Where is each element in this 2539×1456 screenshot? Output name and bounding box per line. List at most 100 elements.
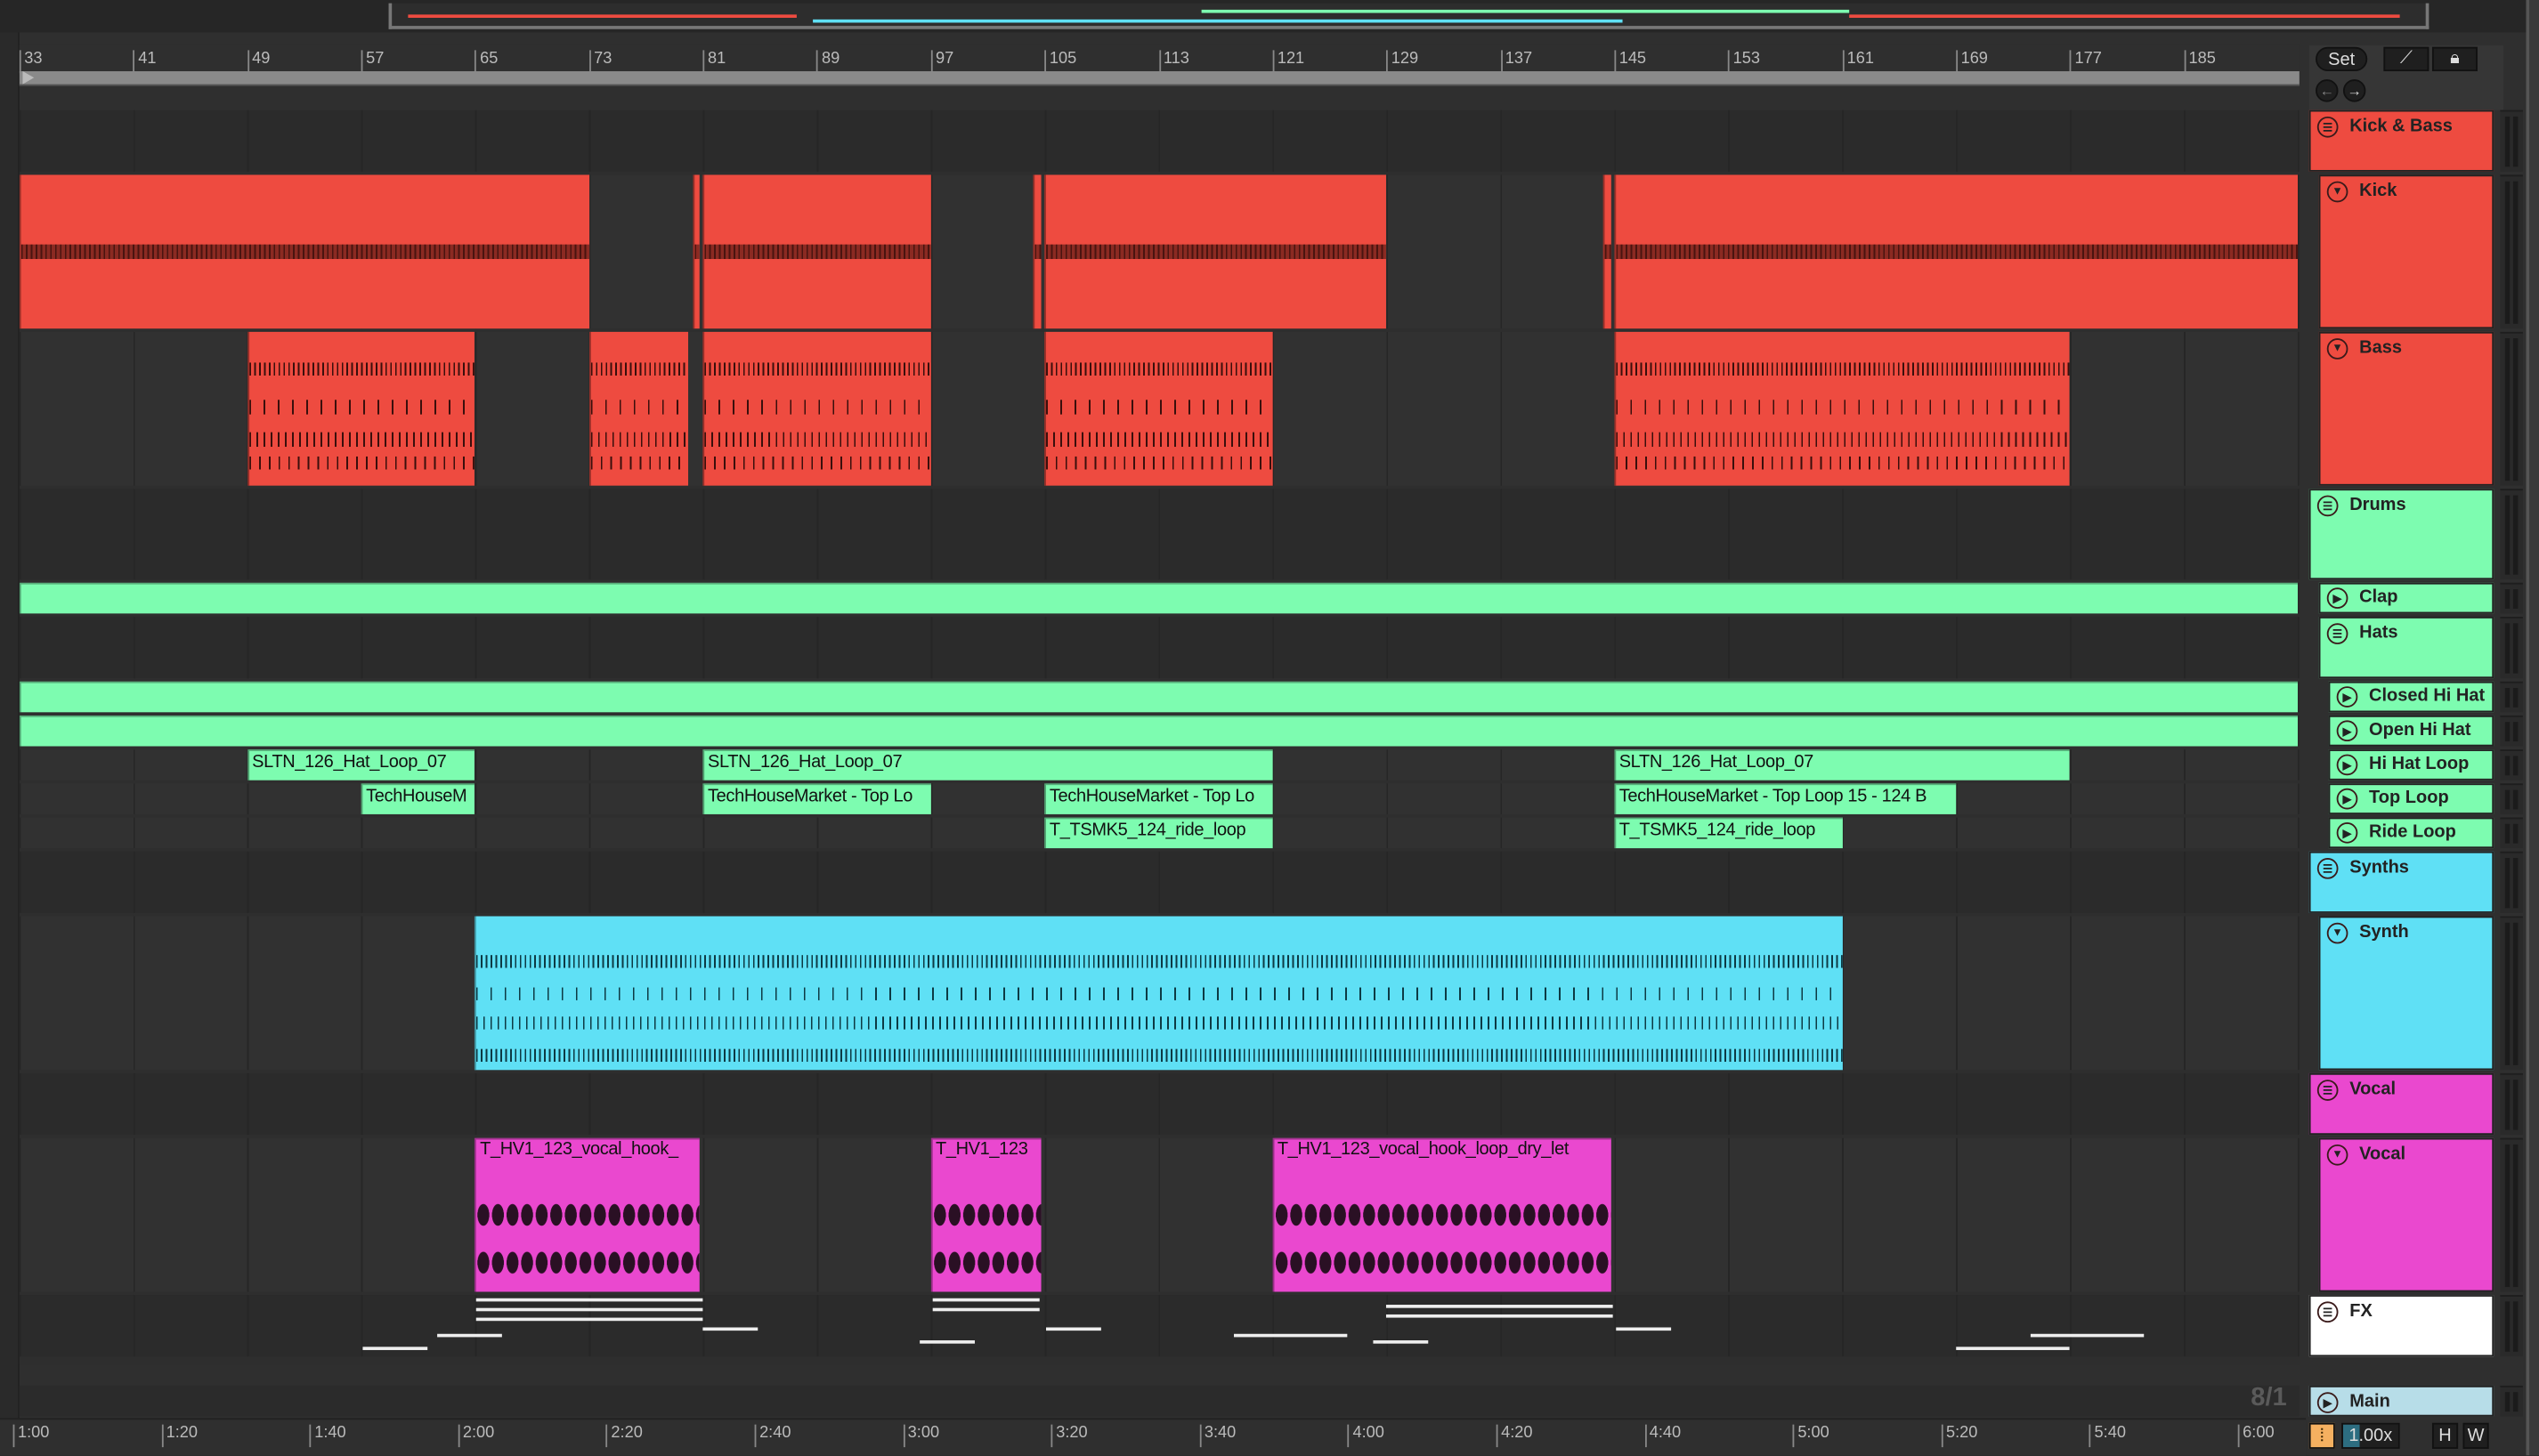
set-button[interactable]: Set [2316, 46, 2368, 72]
clip[interactable] [1614, 174, 2298, 329]
zoom-value[interactable]: 1.00x [2341, 1422, 2400, 1449]
clip[interactable] [702, 331, 931, 486]
automation-line[interactable] [932, 1307, 1040, 1312]
fold-down-icon[interactable]: ▼ [2326, 1144, 2348, 1166]
automation-line[interactable] [475, 1317, 703, 1322]
lock-icon[interactable]: 🔒︎ [2431, 46, 2478, 72]
play-icon[interactable]: ▶ [2336, 720, 2358, 742]
automation-line[interactable] [1373, 1340, 1429, 1344]
play-icon[interactable]: ▶ [2336, 788, 2358, 810]
play-icon[interactable]: ▶ [2326, 587, 2348, 609]
group-icon[interactable]: ☰ [2316, 495, 2339, 517]
clip[interactable] [702, 174, 931, 329]
automation-line[interactable] [1385, 1305, 1613, 1308]
clip[interactable] [692, 174, 701, 329]
track-lane[interactable]: T_HV1_123_vocal_hook_ T_HV1_123 T_HV1_123_… [19, 1137, 2300, 1292]
clip[interactable] [1602, 174, 1612, 329]
main-track-lane[interactable] [19, 1385, 2300, 1417]
play-icon[interactable]: ▶ [2336, 686, 2358, 708]
track-header[interactable]: ☰ Hats [2318, 617, 2494, 679]
play-icon[interactable]: ▶ [2316, 1392, 2339, 1413]
track-lane[interactable] [19, 174, 2300, 329]
track-header[interactable]: ☰ Kick & Bass [2308, 109, 2494, 172]
clip[interactable]: TechHouseM [361, 783, 475, 814]
group-icon[interactable]: ☰ [2316, 858, 2339, 879]
overview-bar[interactable] [0, 0, 2539, 33]
fold-down-icon[interactable]: ▼ [2326, 922, 2348, 944]
clip[interactable] [19, 715, 2299, 747]
waveform-icon[interactable]: ⦙ [2308, 1422, 2335, 1449]
clip[interactable]: T_HV1_123_vocal_hook_ [475, 1137, 701, 1292]
arrow-left-icon[interactable]: ← [2316, 79, 2339, 102]
clip[interactable]: TechHouseMarket - Top Lo [1044, 783, 1273, 814]
group-icon[interactable]: ☰ [2316, 1080, 2339, 1101]
clip[interactable]: SLTN_126_Hat_Loop_07 [247, 749, 475, 781]
track-lane[interactable] [19, 617, 2300, 679]
track-lane[interactable] [19, 851, 2300, 913]
clip[interactable]: T_TSMK5_124_ride_loop [1614, 817, 1843, 849]
track-header[interactable]: ☰ Vocal [2308, 1072, 2494, 1136]
track-header[interactable]: ▶ Hi Hat Loop [2328, 749, 2494, 781]
track-header[interactable]: ▶ Closed Hi Hat [2328, 681, 2494, 713]
clip[interactable]: T_HV1_123_vocal_hook_loop_dry_let [1272, 1137, 1612, 1292]
automation-line[interactable] [1385, 1314, 1613, 1318]
track-lane[interactable]: T_TSMK5_124_ride_loop T_TSMK5_124_ride_lo… [19, 817, 2300, 849]
track-lane[interactable] [19, 916, 2300, 1071]
automation-line[interactable] [702, 1327, 758, 1331]
time-signature[interactable]: 8/1 [2251, 1384, 2286, 1413]
clip[interactable] [1044, 331, 1273, 486]
arrangement-tracks[interactable]: SLTN_126_Hat_Loop_07 SLTN_126_Hat_Loop_07… [19, 109, 2300, 1365]
time-ruler[interactable]: 1:00 1:20 1:40 2:00 2:20 2:40 3:00 3:20 3:40 4:00… [0, 1418, 2307, 1456]
beat-time-ruler[interactable]: 33 41 49 57 65 73 81 89 97 105 113 121 129 137 145 153 1… [19, 44, 2300, 75]
clip[interactable] [475, 916, 1843, 1071]
track-lane[interactable] [19, 582, 2300, 614]
clip[interactable]: T_HV1_123 [930, 1137, 1042, 1292]
track-header-main[interactable]: ▶ Main [2308, 1385, 2494, 1417]
track-lane[interactable]: TechHouseM TechHouseMarket - Top Lo TechHo… [19, 783, 2300, 814]
track-lane[interactable] [19, 681, 2300, 713]
w-button[interactable]: W [2462, 1422, 2489, 1449]
track-header[interactable]: ▶ Top Loop [2328, 783, 2494, 814]
fold-down-icon[interactable]: ▼ [2326, 181, 2348, 203]
loop-brace-strip[interactable] [19, 71, 2300, 86]
automation-line[interactable] [475, 1307, 703, 1312]
track-lane[interactable] [19, 715, 2300, 747]
track-lane[interactable] [19, 489, 2300, 580]
automation-line[interactable] [437, 1333, 502, 1338]
track-header[interactable]: ▶ Open Hi Hat [2328, 715, 2494, 747]
group-icon[interactable]: ☰ [2326, 623, 2348, 644]
track-header[interactable]: ☰ Drums [2308, 489, 2494, 580]
clip[interactable] [1044, 174, 1387, 329]
track-header[interactable]: ▼ Synth [2318, 916, 2494, 1071]
fold-down-icon[interactable]: ▼ [2326, 338, 2348, 360]
arrow-right-icon[interactable]: → [2342, 79, 2366, 102]
track-header[interactable]: ▶ Clap [2318, 582, 2494, 614]
clip[interactable]: SLTN_126_Hat_Loop_07 [702, 749, 1273, 781]
clip[interactable]: TechHouseMarket - Top Loop 15 - 124 B [1614, 783, 1957, 814]
automation-line[interactable] [920, 1340, 975, 1344]
clip[interactable] [588, 331, 689, 486]
track-lane[interactable] [19, 331, 2300, 486]
clip[interactable] [1614, 331, 2071, 486]
automation-line[interactable] [1956, 1347, 2070, 1350]
h-button[interactable]: H [2431, 1422, 2459, 1449]
track-lane[interactable] [19, 109, 2300, 172]
track-header[interactable]: ☰ Synths [2308, 851, 2494, 913]
group-icon[interactable]: ☰ [2316, 116, 2339, 138]
track-header[interactable]: ▶ Ride Loop [2328, 817, 2494, 849]
automation-line[interactable] [932, 1298, 1040, 1302]
automation-line[interactable] [362, 1347, 428, 1350]
automation-line[interactable] [1046, 1327, 1101, 1331]
track-header[interactable]: ▼ Vocal [2318, 1137, 2494, 1292]
clip[interactable] [1033, 174, 1042, 329]
automation-line[interactable] [1616, 1327, 1672, 1331]
automation-line[interactable] [2030, 1333, 2145, 1338]
clip[interactable]: T_TSMK5_124_ride_loop [1044, 817, 1273, 849]
track-header[interactable]: ▼ Kick [2318, 174, 2494, 329]
clip[interactable]: TechHouseMarket - Top Lo [702, 783, 931, 814]
track-lane[interactable] [19, 1295, 2300, 1357]
play-icon[interactable]: ▶ [2336, 754, 2358, 776]
automation-line[interactable] [475, 1298, 703, 1302]
track-lane[interactable]: SLTN_126_Hat_Loop_07 SLTN_126_Hat_Loop_07… [19, 749, 2300, 781]
track-header[interactable]: ☰ FX [2308, 1295, 2494, 1357]
